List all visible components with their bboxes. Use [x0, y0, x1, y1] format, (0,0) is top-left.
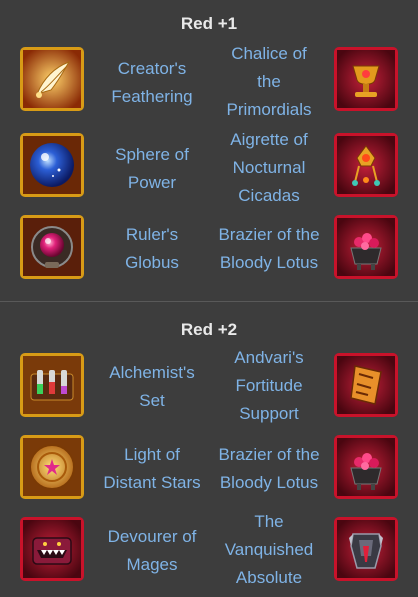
absolute-armor-icon [337, 520, 395, 578]
item-name: Sphere of Power [115, 145, 189, 192]
rulers-globus-item[interactable] [20, 215, 84, 279]
brazier-of-the-bloody-lotus-item[interactable] [334, 215, 398, 279]
item-name: Ruler's Globus [125, 225, 179, 272]
item-name: Creator's Feathering [111, 59, 193, 106]
section-red-plus-1: Red +1 Creator's Feathering Chalice of t… [0, 0, 418, 301]
fortitude-support-icon [337, 356, 395, 414]
item-name: The Vanquished Absolute [224, 512, 314, 587]
andvaris-fortitude-support-item[interactable] [334, 353, 398, 417]
section-red-plus-2: Red +2 Alchemist's Set Andvari's Fortitu… [0, 302, 418, 597]
chalice-of-the-primordials-item[interactable] [334, 47, 398, 111]
alchemist-set-icon [23, 356, 81, 414]
section-title: Red +2 [180, 320, 238, 339]
alchemists-set-item[interactable] [20, 353, 84, 417]
item-name: Devourer of Mages [107, 527, 197, 574]
power-sphere-icon [23, 136, 81, 194]
sphere-of-power-item[interactable] [20, 133, 84, 197]
item-name: Andvari's Fortitude Support [234, 348, 304, 423]
item-name: Brazier of the Bloody Lotus [218, 445, 320, 492]
creators-feathering-item[interactable] [20, 47, 84, 111]
brazier-of-the-bloody-lotus-item[interactable] [334, 435, 398, 499]
item-name: Aigrette of Nocturnal Cicadas [230, 130, 308, 205]
star-medallion-icon [23, 438, 81, 496]
item-name: Light of Distant Stars [103, 445, 201, 492]
item-name: Alchemist's Set [109, 363, 195, 410]
winged-feather-icon [23, 50, 81, 108]
lotus-brazier-icon [337, 218, 395, 276]
devourer-of-mages-item[interactable] [20, 517, 84, 581]
item-name: Chalice of the Primordials [226, 44, 312, 119]
aigrette-icon [337, 136, 395, 194]
light-of-distant-stars-item[interactable] [20, 435, 84, 499]
aigrette-of-nocturnal-cicadas-item[interactable] [334, 133, 398, 197]
the-vanquished-absolute-item[interactable] [334, 517, 398, 581]
item-name: Brazier of the Bloody Lotus [218, 225, 320, 272]
devourer-chest-icon [23, 520, 81, 578]
section-title: Red +1 [180, 14, 238, 33]
lotus-brazier-icon [337, 438, 395, 496]
chalice-icon [337, 50, 395, 108]
globus-icon [23, 218, 81, 276]
